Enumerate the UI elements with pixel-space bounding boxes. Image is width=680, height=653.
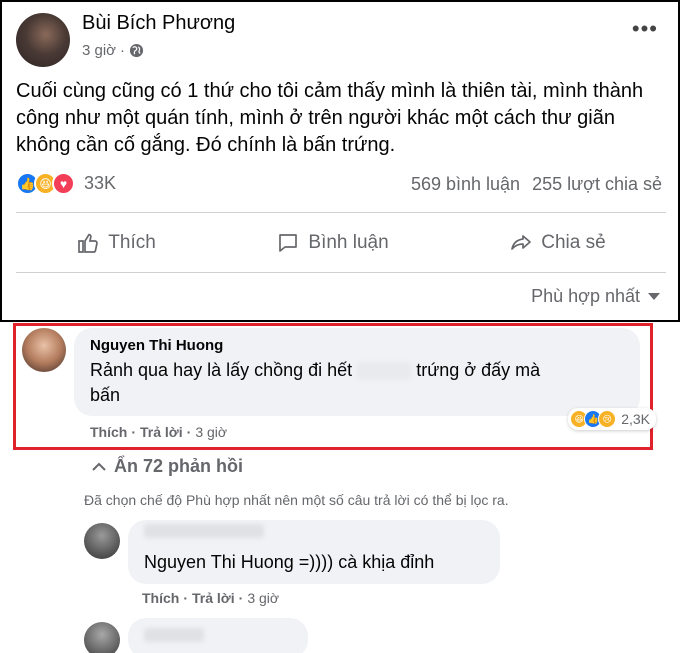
post-text: Cuối cùng cũng có 1 thứ cho tôi cảm thấy… <box>16 80 644 156</box>
comment-like-link[interactable]: Thích <box>90 424 127 440</box>
sort-dropdown[interactable]: Phù hợp nhất <box>531 286 660 307</box>
reply-avatar[interactable] <box>84 523 120 559</box>
redacted-word <box>357 362 412 381</box>
comment-button[interactable]: Bình luận <box>276 231 389 255</box>
divider <box>16 272 666 273</box>
redacted-name <box>144 524 264 538</box>
reply-like-link[interactable]: Thích <box>142 590 179 606</box>
commenter-avatar[interactable] <box>22 328 66 372</box>
caret-down-icon <box>648 293 660 300</box>
sad-reaction-icon: 😢 <box>598 410 617 428</box>
comment-actions: Thích · Trả lời · 3 giờ <box>90 424 228 440</box>
filter-note: Đã chọn chế độ Phù hợp nhất nên một số c… <box>84 492 509 508</box>
reply-text: Nguyen Thi Huong =)))) cà khịa đỉnh <box>144 552 435 572</box>
comment-icon <box>279 234 298 252</box>
share-button[interactable]: Chia sẻ <box>509 231 606 255</box>
love-reaction-icon: ♥ <box>52 172 75 195</box>
reply-avatar[interactable] <box>84 622 120 653</box>
author-name[interactable]: Bùi Bích Phương <box>82 12 235 35</box>
chevron-up-icon <box>92 462 106 471</box>
reply-time[interactable]: 3 giờ <box>247 590 279 606</box>
comment-reply-link[interactable]: Trả lời <box>140 424 183 440</box>
reply-reply-link[interactable]: Trả lời <box>192 590 235 606</box>
reply-actions: Thích · Trả lời · 3 giờ <box>142 590 280 606</box>
share-icon <box>511 235 532 250</box>
reaction-summary[interactable]: 👍 😆 ♥ 33K <box>16 172 116 195</box>
author-avatar[interactable] <box>16 13 70 67</box>
hide-replies-link[interactable]: Ẩn 72 phản hồi <box>92 456 243 477</box>
post-stats: 569 bình luận 255 lượt chia sẻ <box>411 174 662 195</box>
post-time[interactable]: 3 giờ <box>82 42 116 59</box>
comment-time[interactable]: 3 giờ <box>195 424 227 440</box>
post-card: Bùi Bích Phương 3 giờ · ••• Cuối cùng cũ… <box>0 0 680 322</box>
comment-reaction-count: 2,3K <box>621 411 650 427</box>
comment-text: Rảnh qua hay là lấy chồng đi hết trứng ở… <box>90 360 541 405</box>
divider <box>16 212 666 213</box>
comments-count[interactable]: 569 bình luận <box>411 174 520 195</box>
post-actions: Thích Bình luận Chia sẻ <box>16 220 666 266</box>
like-icon <box>78 233 99 253</box>
more-icon[interactable]: ••• <box>632 18 658 40</box>
post-meta: 3 giờ · <box>82 42 144 59</box>
shares-count[interactable]: 255 lượt chia sẻ <box>532 174 662 195</box>
reaction-count: 33K <box>84 173 117 193</box>
comment-reactions[interactable]: 😆 👍 😢 2,3K <box>568 408 656 430</box>
globe-icon <box>129 43 144 58</box>
like-button[interactable]: Thích <box>76 231 156 255</box>
redacted-name <box>144 628 204 642</box>
commenter-name[interactable]: Nguyen Thi Huong <box>90 337 223 354</box>
